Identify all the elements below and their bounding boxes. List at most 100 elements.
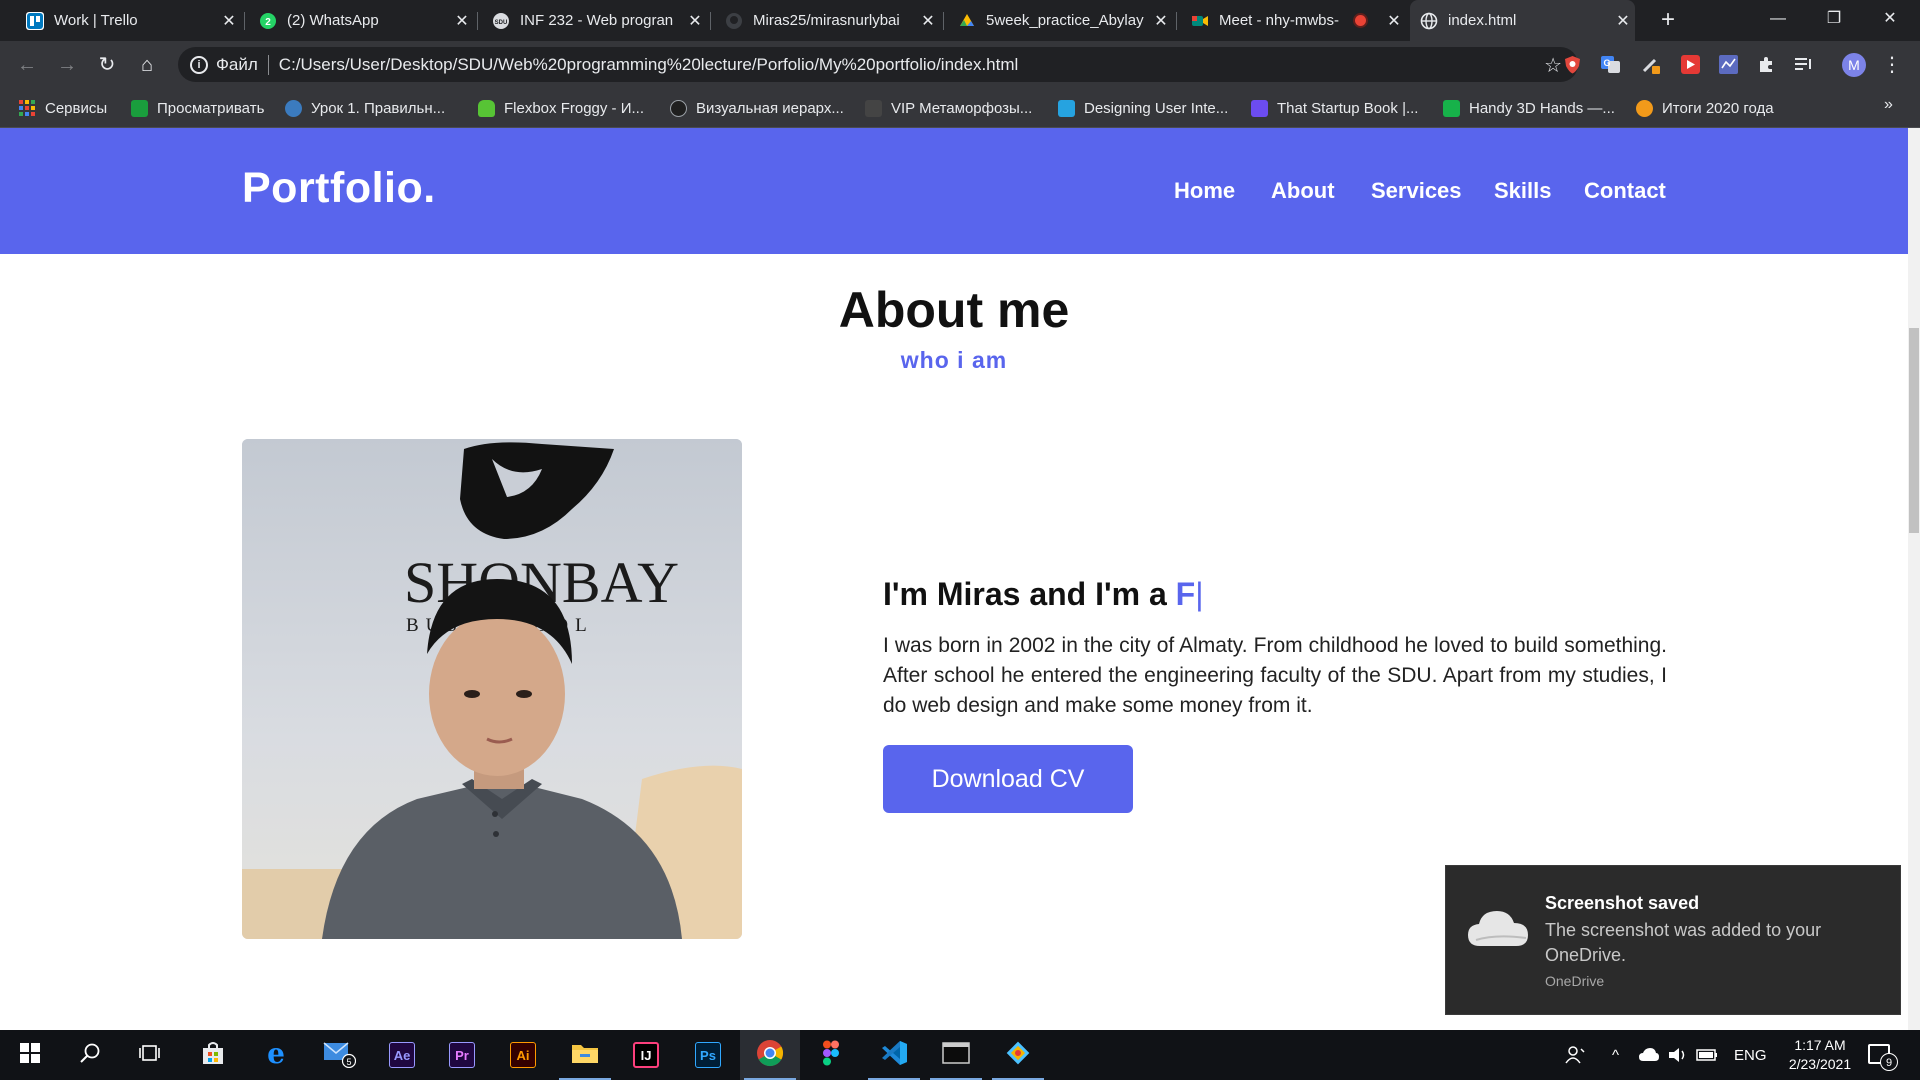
search-icon (79, 1042, 101, 1069)
download-cv-button[interactable]: Download CV (883, 745, 1133, 813)
bookmark-label: Handy 3D Hands —... (1469, 99, 1615, 117)
taskbar-app-after-effects[interactable]: Ae (372, 1030, 432, 1080)
browser-toolbar: ← → ↻ ⌂ i Файл C:/Users/User/Desktop/SDU… (0, 41, 1920, 88)
forward-arrow-icon[interactable]: → (53, 51, 81, 79)
close-tab-icon[interactable]: ✕ (1382, 11, 1406, 31)
close-tab-icon[interactable]: ✕ (683, 11, 707, 31)
tab-inf232[interactable]: SDU INF 232 - Web progran ✕ (482, 0, 707, 41)
task-view-button[interactable] (120, 1030, 180, 1080)
input-language-indicator[interactable]: ENG (1734, 1030, 1767, 1080)
profile-avatar[interactable]: M (1842, 53, 1866, 77)
system-clock[interactable]: 1:17 AM 2/23/2021 (1770, 1036, 1870, 1074)
bookmark-item[interactable]: Итоги 2020 года (1636, 88, 1774, 128)
restore-window-icon[interactable]: ❐ (1806, 0, 1862, 41)
site-logo[interactable]: Portfolio. (242, 164, 436, 213)
extensions-puzzle-icon[interactable] (1756, 54, 1777, 75)
media-queue-icon[interactable] (1793, 54, 1814, 75)
taskbar-app-chrome[interactable] (740, 1030, 800, 1080)
taskbar-app-vscode[interactable] (864, 1030, 924, 1080)
taskbar-app-mail[interactable]: 5 (309, 1030, 369, 1080)
tab-title: INF 232 - Web progran (520, 12, 674, 29)
bookmark-item[interactable]: Designing User Inte... (1058, 88, 1228, 128)
eyedropper-extension-icon[interactable] (1640, 54, 1661, 75)
reload-icon[interactable]: ↻ (93, 51, 121, 79)
chart-extension-icon[interactable] (1718, 54, 1739, 75)
bookmark-item[interactable]: Просматривать (131, 88, 264, 128)
tab-github[interactable]: Miras25/mirasnurlybai ✕ (715, 0, 940, 41)
intro-text: I'm Miras and I'm a (883, 576, 1176, 612)
show-hidden-icons-chevron-icon[interactable]: ^ (1612, 1030, 1619, 1080)
nav-link-services[interactable]: Services (1371, 178, 1462, 204)
apps-grid-icon (19, 99, 36, 117)
taskbar-app-git[interactable] (988, 1030, 1048, 1080)
address-bar[interactable]: i Файл C:/Users/User/Desktop/SDU/Web%20p… (178, 47, 1578, 82)
search-button[interactable] (60, 1030, 120, 1080)
premiere-icon: Pr (449, 1042, 475, 1068)
bookmark-item[interactable]: Handy 3D Hands —... (1443, 88, 1615, 128)
site-info-icon[interactable]: i (190, 55, 208, 74)
more-bookmarks-icon[interactable]: » (1884, 96, 1893, 114)
after-effects-icon: Ae (389, 1042, 415, 1068)
kebab-menu-icon[interactable]: ⋮ (1882, 51, 1902, 79)
url-text[interactable]: C:/Users/User/Desktop/SDU/Web%20programm… (279, 55, 1018, 75)
intro-heading: I'm Miras and I'm a F| (883, 576, 1204, 613)
tab-google-meet[interactable]: Meet - nhy-mwbs- ✕ (1181, 0, 1406, 41)
taskbar-app-explorer[interactable] (555, 1030, 615, 1080)
bookmark-item[interactable]: That Startup Book |... (1251, 88, 1418, 128)
medium-icon (670, 99, 687, 117)
onedrive-toast[interactable]: Screenshot saved The screenshot was adde… (1445, 865, 1901, 1015)
taskbar-app-premiere[interactable]: Pr (432, 1030, 492, 1080)
bookmark-item[interactable]: Сервисы (19, 88, 107, 128)
nav-link-about[interactable]: About (1271, 178, 1335, 204)
toast-source: OneDrive (1545, 973, 1605, 989)
bookmark-item[interactable]: VIP Метаморфозы... (865, 88, 1032, 128)
close-window-icon[interactable]: ✕ (1862, 0, 1918, 41)
taskbar-app-illustrator[interactable]: Ai (493, 1030, 553, 1080)
translate-extension-icon[interactable]: G (1600, 54, 1621, 75)
onedrive-cloud-icon[interactable] (1638, 1030, 1660, 1080)
people-icon[interactable] (1565, 1030, 1585, 1080)
tab-index-html[interactable]: index.html ✕ (1410, 0, 1635, 41)
volume-icon[interactable] (1668, 1030, 1688, 1080)
home-icon[interactable]: ⌂ (133, 51, 161, 79)
bookmark-label: Flexbox Froggy - И... (504, 99, 644, 117)
page-scrollbar[interactable] (1908, 128, 1920, 1030)
cloud-icon (1466, 906, 1530, 955)
close-tab-icon[interactable]: ✕ (916, 11, 940, 31)
close-tab-icon[interactable]: ✕ (1149, 11, 1173, 31)
toast-title: Screenshot saved (1545, 893, 1700, 913)
tab-google-drive[interactable]: 5week_practice_Abylay ✕ (948, 0, 1173, 41)
nav-link-contact[interactable]: Contact (1584, 178, 1666, 204)
close-tab-icon[interactable]: ✕ (450, 11, 474, 31)
chrome-icon (756, 1039, 784, 1072)
nav-link-home[interactable]: Home (1174, 178, 1235, 204)
nav-link-skills[interactable]: Skills (1494, 178, 1551, 204)
tab-trello[interactable]: Work | Trello ✕ (16, 0, 241, 41)
bookmark-item[interactable]: Визуальная иерарх... (670, 88, 844, 128)
tab-whatsapp[interactable]: 2 (2) WhatsApp ✕ (249, 0, 474, 41)
tab-title: Miras25/mirasnurlybai (753, 12, 900, 29)
section-subtitle: who i am (900, 347, 1008, 373)
video-extension-icon[interactable] (1680, 54, 1701, 75)
taskbar-app-edge[interactable]: e (246, 1030, 306, 1080)
taskbar-app-figma[interactable] (801, 1030, 861, 1080)
tab-separator (943, 12, 944, 30)
battery-icon[interactable] (1696, 1030, 1718, 1080)
tab-separator (1176, 12, 1177, 30)
taskbar-app-intellij[interactable]: IJ (616, 1030, 676, 1080)
start-button[interactable] (0, 1030, 60, 1080)
bookmark-star-icon[interactable]: ☆ (1544, 53, 1562, 78)
back-arrow-icon[interactable]: ← (13, 51, 41, 79)
bookmark-item[interactable]: Flexbox Froggy - И... (478, 88, 644, 128)
taskbar-app-photoshop[interactable]: Ps (678, 1030, 738, 1080)
scrollbar-thumb[interactable] (1909, 328, 1919, 533)
taskbar-app-terminal[interactable] (926, 1030, 986, 1080)
svg-text:G: G (1603, 58, 1610, 68)
shield-extension-icon[interactable] (1562, 54, 1583, 75)
taskbar-app-store[interactable] (183, 1030, 243, 1080)
bookmark-item[interactable]: Урок 1. Правильн... (285, 88, 445, 128)
minimize-window-icon[interactable]: — (1750, 0, 1806, 41)
close-tab-icon[interactable]: ✕ (217, 11, 241, 31)
new-tab-button[interactable]: + (1655, 8, 1681, 34)
close-tab-icon[interactable]: ✕ (1611, 11, 1635, 31)
